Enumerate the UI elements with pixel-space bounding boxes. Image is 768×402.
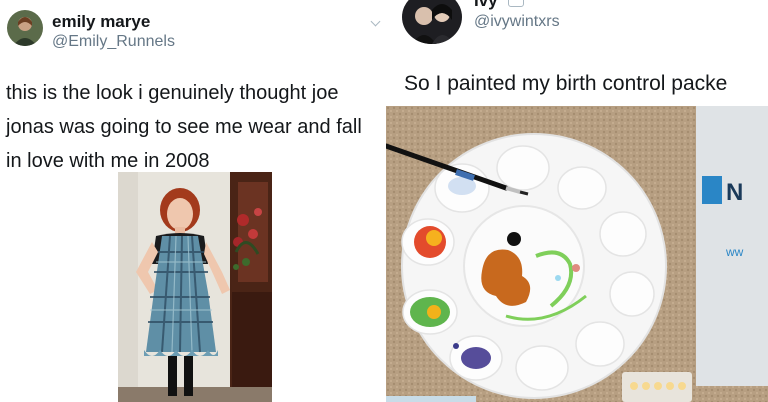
left-tweet-card: emily marye @Emily_Runnels this is the l…: [0, 0, 386, 402]
display-name-text: Ivy: [474, 0, 498, 10]
tweet-text: So I painted my birth control packe: [404, 72, 728, 95]
display-name[interactable]: Ivy: [474, 0, 525, 11]
right-tweet-card: Ivy @ivywintxrs So I painted my birth co…: [386, 0, 768, 402]
tweet-photo[interactable]: [118, 172, 272, 402]
tweet-text-line: jonas was going to see me wear and fall: [6, 116, 362, 138]
heart-emoji-icon: [508, 0, 525, 8]
chevron-down-icon[interactable]: [370, 16, 381, 27]
avatar[interactable]: [7, 10, 43, 46]
display-name[interactable]: emily marye: [52, 12, 150, 32]
tweet-photo[interactable]: N ww: [386, 106, 768, 402]
tweet-text-line: this is the look i genuinely thought joe: [6, 82, 339, 104]
avatar[interactable]: [402, 0, 462, 44]
svg-text:ww: ww: [725, 245, 744, 259]
svg-text:N: N: [726, 179, 743, 206]
user-handle[interactable]: @Emily_Runnels: [52, 33, 175, 51]
tweet-text: this is the look i genuinely thought joe…: [6, 76, 382, 178]
user-handle[interactable]: @ivywintxrs: [474, 13, 560, 31]
